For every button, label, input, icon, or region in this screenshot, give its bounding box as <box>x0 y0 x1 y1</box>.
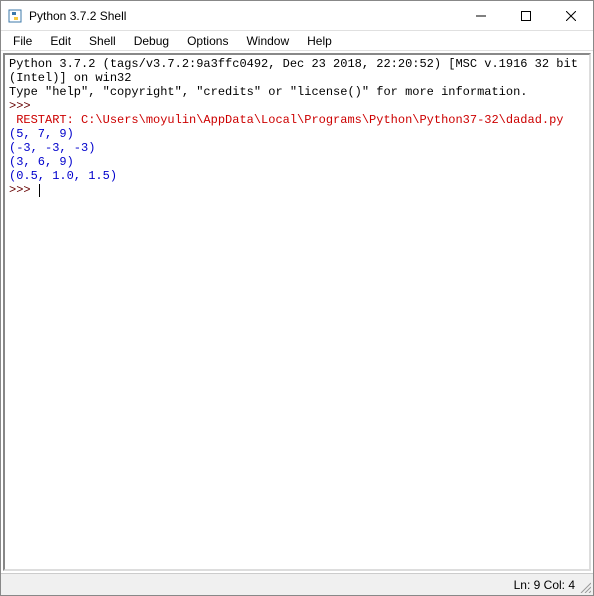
menu-window[interactable]: Window <box>238 32 297 50</box>
menu-options[interactable]: Options <box>179 32 236 50</box>
titlebar: Python 3.7.2 Shell <box>1 1 593 31</box>
output-line: (0.5, 1.0, 1.5) <box>9 169 117 183</box>
banner-line: Type "help", "copyright", "credits" or "… <box>9 85 527 99</box>
output-line: (5, 7, 9) <box>9 127 74 141</box>
resize-grip[interactable] <box>579 581 591 593</box>
python-icon <box>7 8 23 24</box>
window-title: Python 3.7.2 Shell <box>29 9 458 23</box>
cursor-position: Ln: 9 Col: 4 <box>514 578 575 592</box>
menu-edit[interactable]: Edit <box>42 32 79 50</box>
shell-text-area[interactable]: Python 3.7.2 (tags/v3.7.2:9a3ffc0492, De… <box>3 53 591 571</box>
minimize-button[interactable] <box>458 1 503 30</box>
content-wrap: Python 3.7.2 (tags/v3.7.2:9a3ffc0492, De… <box>1 51 593 573</box>
maximize-button[interactable] <box>503 1 548 30</box>
window-controls <box>458 1 593 30</box>
restart-line: RESTART: C:\Users\moyulin\AppData\Local\… <box>9 113 571 127</box>
statusbar: Ln: 9 Col: 4 <box>1 573 593 595</box>
menu-file[interactable]: File <box>5 32 40 50</box>
prompt: >>> <box>9 183 38 197</box>
close-button[interactable] <box>548 1 593 30</box>
menu-shell[interactable]: Shell <box>81 32 124 50</box>
output-line: (3, 6, 9) <box>9 155 74 169</box>
text-cursor <box>39 184 40 197</box>
menubar: File Edit Shell Debug Options Window Hel… <box>1 31 593 51</box>
prompt: >>> <box>9 99 38 113</box>
banner-line: Python 3.7.2 (tags/v3.7.2:9a3ffc0492, De… <box>9 57 585 85</box>
output-line: (-3, -3, -3) <box>9 141 95 155</box>
menu-help[interactable]: Help <box>299 32 340 50</box>
menu-debug[interactable]: Debug <box>126 32 177 50</box>
